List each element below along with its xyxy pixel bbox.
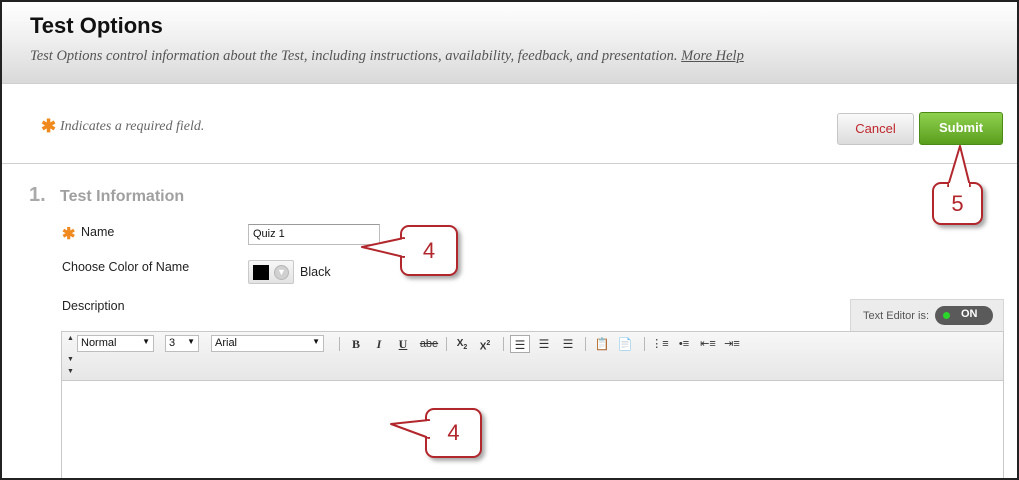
- font-select[interactable]: Arial ▼: [211, 335, 324, 352]
- paste-icon[interactable]: 📋: [592, 335, 612, 353]
- callout-pointer: [361, 237, 406, 258]
- page-title: Test Options: [30, 13, 163, 38]
- paste-word-icon[interactable]: 📄: [615, 335, 635, 353]
- callout-submit: 5: [932, 145, 983, 225]
- outdent-icon[interactable]: ⇤≡: [698, 335, 718, 353]
- align-right-icon[interactable]: ☰: [558, 335, 578, 353]
- description-editor: ▲ ▼ ▼ Normal ▼ 3 ▼ Arial ▼ B I U abe X2 …: [61, 331, 1004, 478]
- status-dot-icon: [943, 312, 950, 319]
- toolbar-divider: [446, 337, 447, 351]
- color-swatch: [253, 265, 269, 280]
- required-icon: ✱: [41, 116, 57, 136]
- text-editor-toggle[interactable]: ON: [935, 306, 993, 325]
- color-picker[interactable]: ▼: [248, 260, 294, 284]
- page-header: Test Options Test Options control inform…: [2, 2, 1017, 84]
- indent-icon[interactable]: ⇥≡: [722, 335, 742, 353]
- text-editor-label: Text Editor is:: [863, 310, 930, 322]
- text-editor-state: ON: [961, 308, 978, 320]
- color-value: Black: [300, 265, 331, 279]
- callout-description: 4: [390, 408, 482, 458]
- editor-body[interactable]: [62, 382, 1003, 478]
- superscript-icon[interactable]: X2: [475, 335, 495, 353]
- italic-icon[interactable]: I: [369, 335, 389, 353]
- cancel-button[interactable]: Cancel: [837, 113, 914, 145]
- bullet-list-icon[interactable]: •≡: [674, 335, 694, 353]
- align-left-icon[interactable]: ☰: [510, 335, 530, 353]
- section-divider: [2, 163, 1017, 164]
- chevron-down-icon: ▼: [312, 337, 320, 346]
- section-title: Test Information: [60, 188, 185, 205]
- editor-toolbar: ▲ ▼ ▼ Normal ▼ 3 ▼ Arial ▼ B I U abe X2 …: [62, 332, 1003, 381]
- format-select[interactable]: Normal ▼: [77, 335, 154, 352]
- description-label: Description: [62, 299, 125, 313]
- name-label: Name: [81, 225, 115, 239]
- chevron-down-icon: ▼: [187, 337, 195, 346]
- callout-pointer: [390, 419, 431, 439]
- size-value: 3: [169, 337, 176, 349]
- toolbar-divider: [339, 337, 340, 351]
- name-input[interactable]: Quiz 1: [248, 224, 380, 245]
- toolbar-divider: [644, 337, 645, 351]
- expand-down-icon[interactable]: ▼: [67, 368, 74, 375]
- submit-button[interactable]: Submit: [919, 112, 1003, 145]
- format-value: Normal: [81, 337, 117, 349]
- expand-down-icon[interactable]: ▼: [67, 356, 74, 363]
- required-icon: ✱: [62, 226, 76, 243]
- more-help-link[interactable]: More Help: [681, 48, 744, 64]
- callout-pointer: [947, 145, 971, 187]
- text-editor-toggle-panel: Text Editor is: ON: [850, 299, 1004, 331]
- toolbar-divider: [585, 337, 586, 351]
- align-center-icon[interactable]: ☰: [534, 335, 554, 353]
- callout-description-number: 4: [447, 420, 460, 445]
- color-label: Choose Color of Name: [62, 260, 190, 274]
- collapse-up-icon[interactable]: ▲: [67, 335, 74, 342]
- size-select[interactable]: 3 ▼: [165, 335, 199, 352]
- callout-name: 4: [361, 225, 458, 276]
- callout-name-number: 4: [422, 238, 436, 263]
- required-note: Indicates a required field.: [60, 119, 205, 134]
- numbered-list-icon[interactable]: ⋮≡: [650, 335, 670, 353]
- chevron-down-icon: ▼: [142, 337, 150, 346]
- page-frame: Test Options Test Options control inform…: [0, 0, 1019, 480]
- page-subtitle: Test Options control information about t…: [30, 48, 744, 65]
- bold-icon[interactable]: B: [346, 335, 366, 353]
- strikethrough-icon[interactable]: abe: [417, 335, 441, 353]
- subtitle-text: Test Options control information about t…: [30, 48, 678, 64]
- chevron-down-icon: ▼: [274, 265, 289, 280]
- toolbar-divider: [503, 337, 504, 351]
- callout-submit-number: 5: [951, 191, 964, 216]
- font-value: Arial: [215, 337, 238, 349]
- underline-icon[interactable]: U: [393, 335, 413, 353]
- subscript-icon[interactable]: X2: [452, 335, 472, 353]
- section-number: 1.: [29, 184, 46, 206]
